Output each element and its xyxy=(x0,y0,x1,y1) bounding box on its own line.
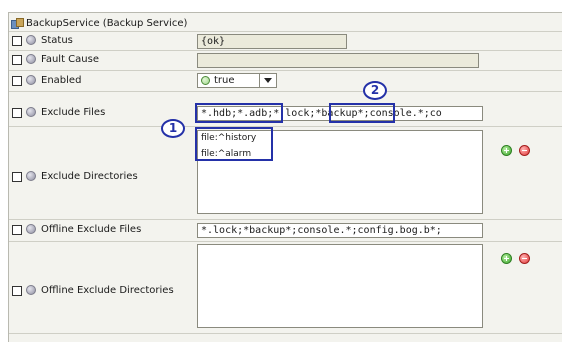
property-sheet: BackupService (Backup Service) Status {o… xyxy=(8,12,562,342)
exclude-files-checkbox[interactable] xyxy=(12,108,22,118)
status-label: Status xyxy=(41,35,73,46)
exclude-files-label: Exclude Files xyxy=(41,107,106,118)
enabled-value: true xyxy=(214,75,235,86)
highlight-box-hdb-adb xyxy=(195,103,283,123)
exclude-directories-label: Exclude Directories xyxy=(41,171,138,182)
true-status-icon xyxy=(201,76,210,85)
add-icon[interactable] xyxy=(501,253,512,264)
add-icon[interactable] xyxy=(501,145,512,156)
enabled-dropdown[interactable]: true xyxy=(197,73,277,88)
window-title: BackupService (Backup Service) xyxy=(11,16,187,30)
property-dot-icon xyxy=(26,75,36,85)
highlight-box-directories xyxy=(195,127,273,161)
chevron-down-icon[interactable] xyxy=(264,78,272,83)
offline-exclude-directories-checkbox[interactable] xyxy=(12,286,22,296)
enabled-checkbox[interactable] xyxy=(12,76,22,86)
remove-icon[interactable] xyxy=(519,253,530,264)
fault-cause-field xyxy=(197,53,479,68)
offline-exclude-files-checkbox[interactable] xyxy=(12,225,22,235)
property-dot-icon xyxy=(26,224,36,234)
highlight-box-backup xyxy=(329,103,395,123)
status-field: {ok} xyxy=(197,34,347,49)
offline-exclude-files-label: Offline Exclude Files xyxy=(41,224,142,235)
property-dot-icon xyxy=(26,171,36,181)
offline-exclude-files-input[interactable]: *.lock;*backup*;console.*;config.bog.b*; xyxy=(197,223,483,238)
property-dot-icon xyxy=(26,107,36,117)
enabled-label: Enabled xyxy=(41,75,82,86)
backup-service-icon xyxy=(11,17,24,29)
property-dot-icon xyxy=(26,285,36,295)
property-dot-icon xyxy=(26,35,36,45)
callout-1: 1 xyxy=(161,119,185,138)
callout-2: 2 xyxy=(363,81,387,100)
window-title-text: BackupService (Backup Service) xyxy=(26,17,188,29)
status-checkbox[interactable] xyxy=(12,36,22,46)
offline-exclude-directories-textarea[interactable] xyxy=(197,244,483,328)
remove-icon[interactable] xyxy=(519,145,530,156)
offline-exclude-directories-label: Offline Exclude Directories xyxy=(41,285,174,296)
fault-cause-checkbox[interactable] xyxy=(12,55,22,65)
fault-cause-label: Fault Cause xyxy=(41,54,99,65)
property-dot-icon xyxy=(26,54,36,64)
exclude-directories-checkbox[interactable] xyxy=(12,172,22,182)
